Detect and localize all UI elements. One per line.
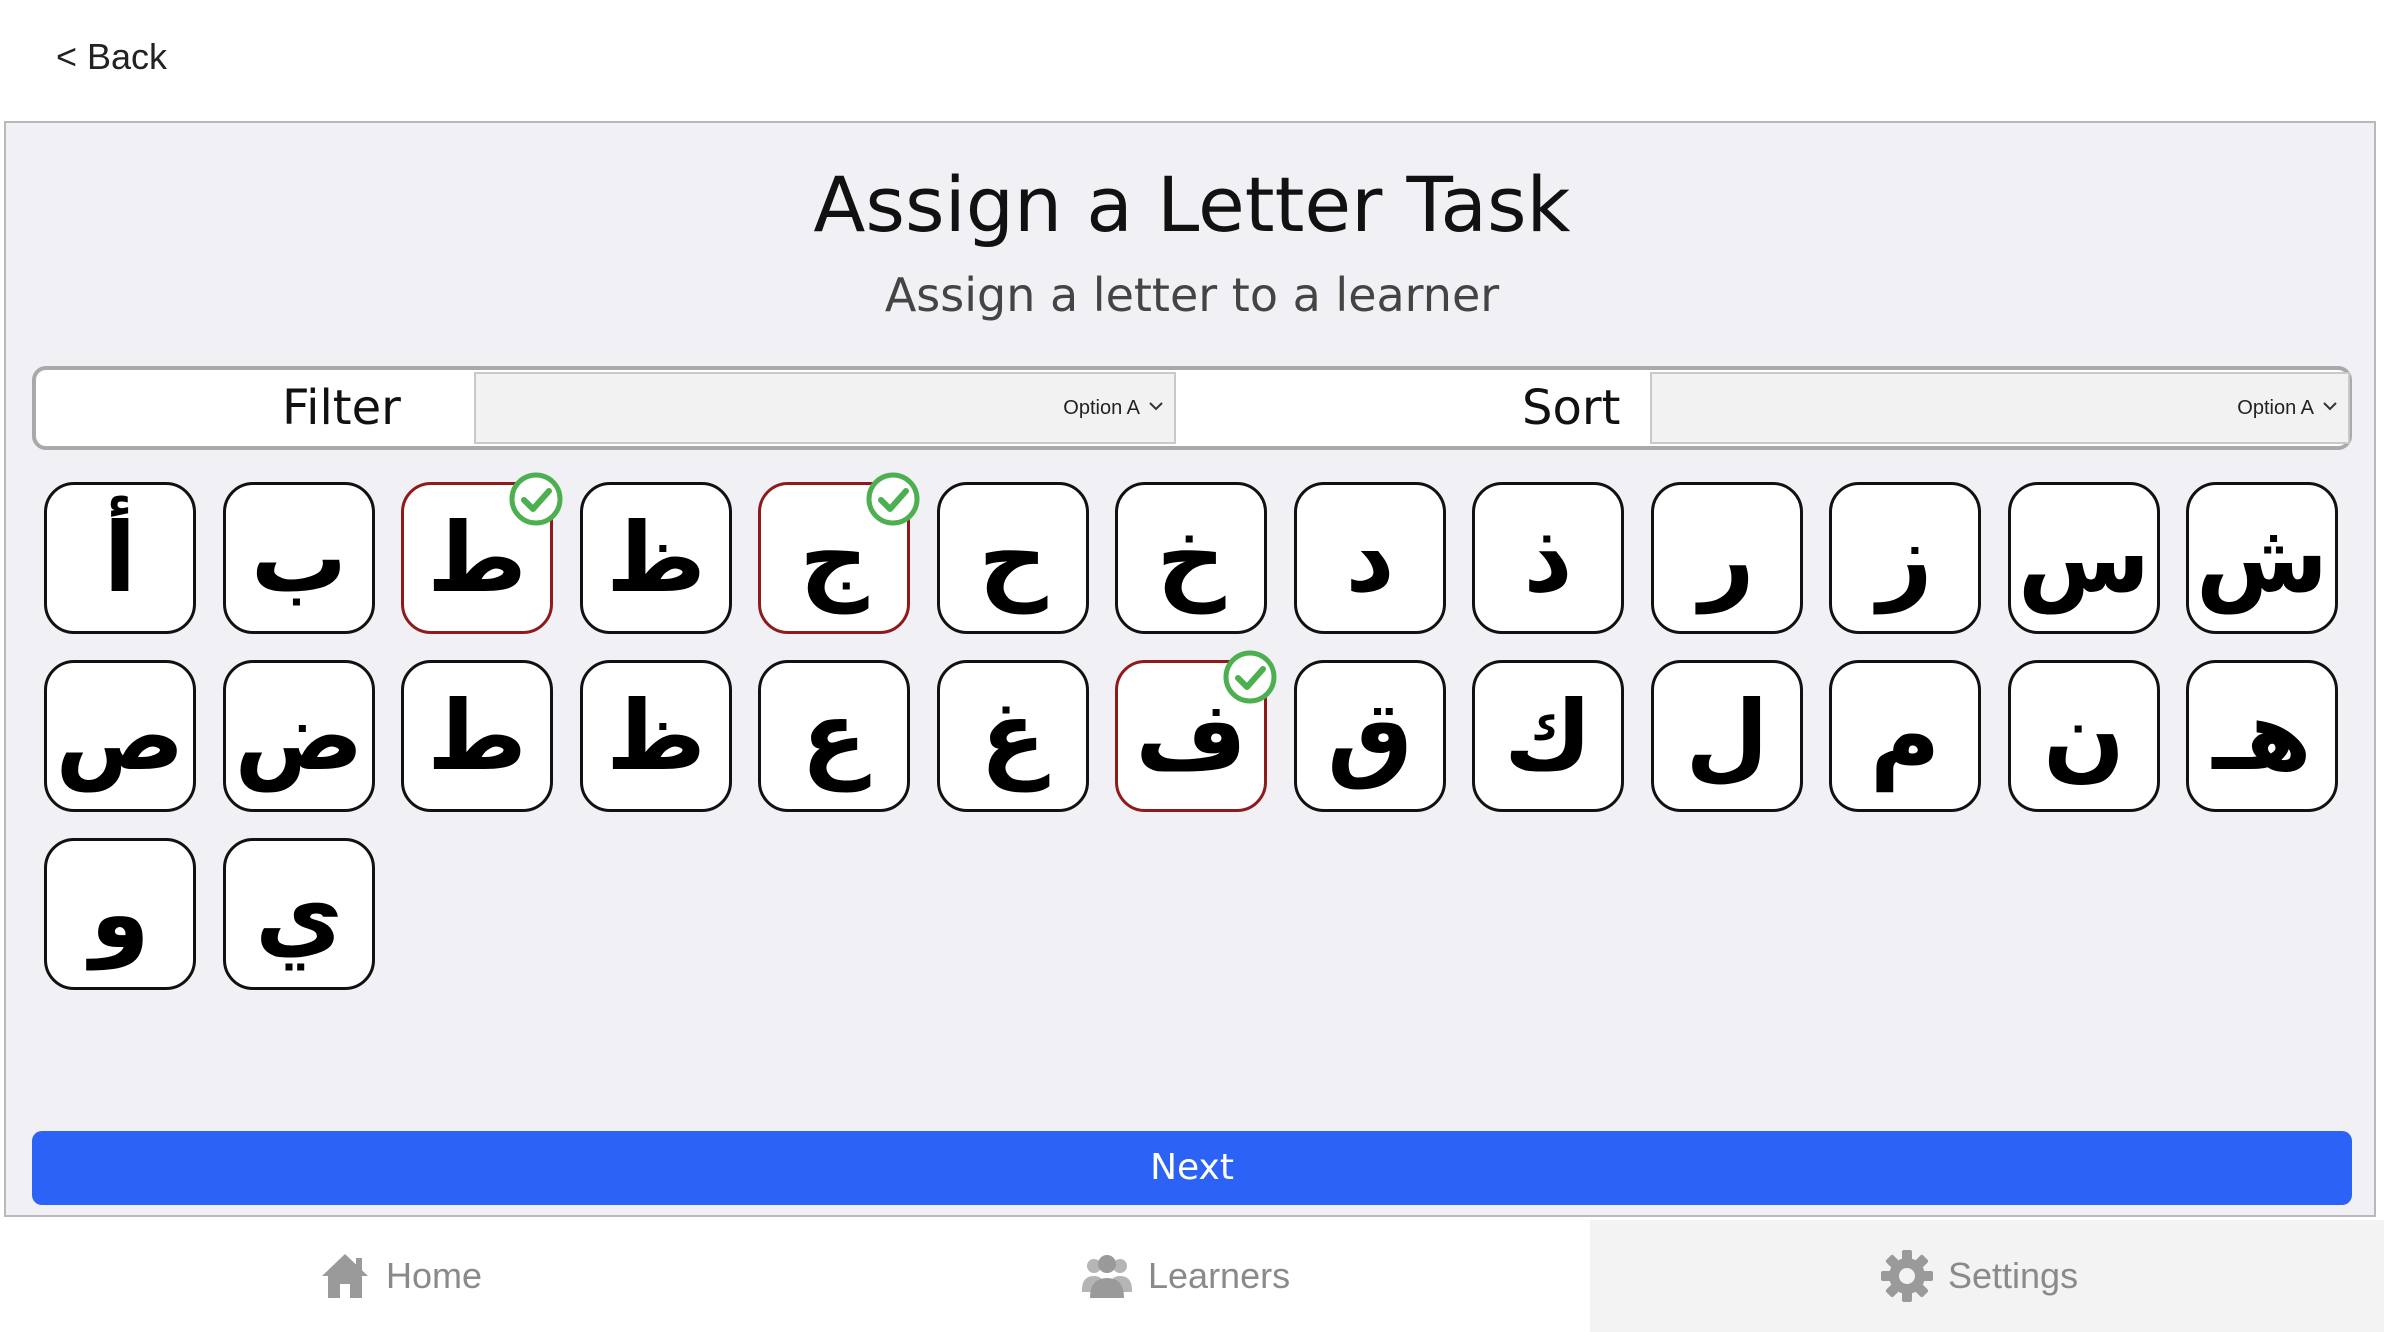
tab-learners-label: Learners: [1148, 1255, 1291, 1296]
chevron-down-icon: [1149, 402, 1163, 411]
letter-tile[interactable]: ض: [223, 660, 375, 812]
letter-glyph: ر: [1699, 502, 1755, 614]
letter-glyph: ق: [1327, 680, 1413, 792]
letter-glyph: غ: [980, 680, 1046, 792]
letter-glyph: ش: [2195, 502, 2329, 614]
letter-tile[interactable]: ي: [223, 838, 375, 990]
letter-tile[interactable]: ز: [1829, 482, 1981, 634]
letter-tile[interactable]: ص: [44, 660, 196, 812]
letter-glyph: ن: [2043, 680, 2125, 792]
tab-settings-label: Settings: [1948, 1255, 2079, 1296]
sort-label: Sort: [1522, 380, 1621, 436]
letter-tile[interactable]: ح: [937, 482, 1089, 634]
letter-glyph: و: [90, 858, 150, 970]
letter-tile[interactable]: ش: [2186, 482, 2338, 634]
letter-glyph: ذ: [1523, 502, 1573, 614]
letter-tile[interactable]: أ: [44, 482, 196, 634]
tab-home-label: Home: [386, 1255, 483, 1296]
letter-glyph: ي: [255, 858, 343, 970]
letter-tile[interactable]: ك: [1472, 660, 1624, 812]
letter-tile[interactable]: هـ: [2186, 660, 2338, 812]
bottom-tab-bar: Home Learners Settings: [0, 1220, 2384, 1332]
chevron-down-icon: [2323, 402, 2337, 411]
letter-glyph: ظ: [606, 680, 706, 792]
letter-glyph: م: [1869, 680, 1941, 792]
next-button[interactable]: Next: [32, 1131, 2352, 1205]
letter-glyph: ل: [1685, 680, 1769, 792]
letter-glyph: س: [2017, 502, 2151, 614]
letter-tile[interactable]: ن: [2008, 660, 2160, 812]
filter-dropdown[interactable]: Option A: [474, 372, 1176, 444]
letter-tile[interactable]: ذ: [1472, 482, 1624, 634]
letter-tile[interactable]: غ: [937, 660, 1089, 812]
home-icon: [322, 1254, 368, 1298]
check-icon: [1223, 650, 1277, 704]
tab-settings[interactable]: Settings: [1590, 1220, 2384, 1332]
letter-tile[interactable]: ب: [223, 482, 375, 634]
back-button[interactable]: < Back: [56, 36, 167, 78]
letter-glyph: ح: [978, 502, 1048, 614]
letter-tile[interactable]: ف: [1115, 650, 1277, 812]
tab-home[interactable]: Home: [0, 1220, 794, 1332]
letter-glyph: ك: [1504, 680, 1592, 792]
learners-icon: [1082, 1255, 1132, 1298]
top-bar: < Back: [0, 0, 2384, 120]
tab-learners[interactable]: Learners: [794, 1220, 1590, 1332]
page-subtitle: Assign a letter to a learner: [884, 268, 1500, 322]
letter-tile[interactable]: و: [44, 838, 196, 990]
letter-tile[interactable]: ق: [1294, 660, 1446, 812]
letter-tile[interactable]: ظ: [580, 660, 732, 812]
page-title: Assign a Letter Task: [813, 160, 1571, 249]
letter-tile[interactable]: س: [2008, 482, 2160, 634]
letter-glyph: ب: [250, 502, 348, 614]
letter-glyph: ض: [234, 680, 364, 792]
letter-tile[interactable]: ل: [1651, 660, 1803, 812]
letter-tile[interactable]: ر: [1651, 482, 1803, 634]
letter-glyph: ع: [801, 680, 867, 792]
letter-glyph: ص: [55, 680, 185, 792]
letter-tile[interactable]: ع: [758, 660, 910, 812]
letter-tile[interactable]: ط: [401, 660, 553, 812]
filter-selected-value: Option A: [1063, 397, 1140, 419]
sort-selected-value: Option A: [2237, 397, 2314, 419]
check-icon: [509, 472, 563, 526]
sort-dropdown[interactable]: Option A: [1650, 372, 2350, 444]
letter-tile[interactable]: ط: [401, 472, 563, 634]
letter-tile[interactable]: ج: [758, 472, 920, 634]
letter-tile[interactable]: ظ: [580, 482, 732, 634]
letter-glyph: د: [1345, 502, 1395, 614]
filter-sort-bar: Filter Option A Sort Option A: [32, 366, 2352, 450]
letter-glyph: هـ: [2212, 680, 2312, 792]
gear-icon: [1881, 1250, 1933, 1302]
check-icon: [866, 472, 920, 526]
letter-tile[interactable]: د: [1294, 482, 1446, 634]
filter-label: Filter: [282, 380, 401, 436]
letter-tile[interactable]: م: [1829, 660, 1981, 812]
letter-glyph: ظ: [606, 502, 706, 614]
letter-tile[interactable]: خ: [1115, 482, 1267, 634]
letter-glyph: ز: [1877, 502, 1933, 614]
letter-glyph: خ: [1156, 502, 1226, 614]
letter-glyph: أ: [103, 502, 137, 614]
letter-glyph: ط: [427, 680, 527, 792]
